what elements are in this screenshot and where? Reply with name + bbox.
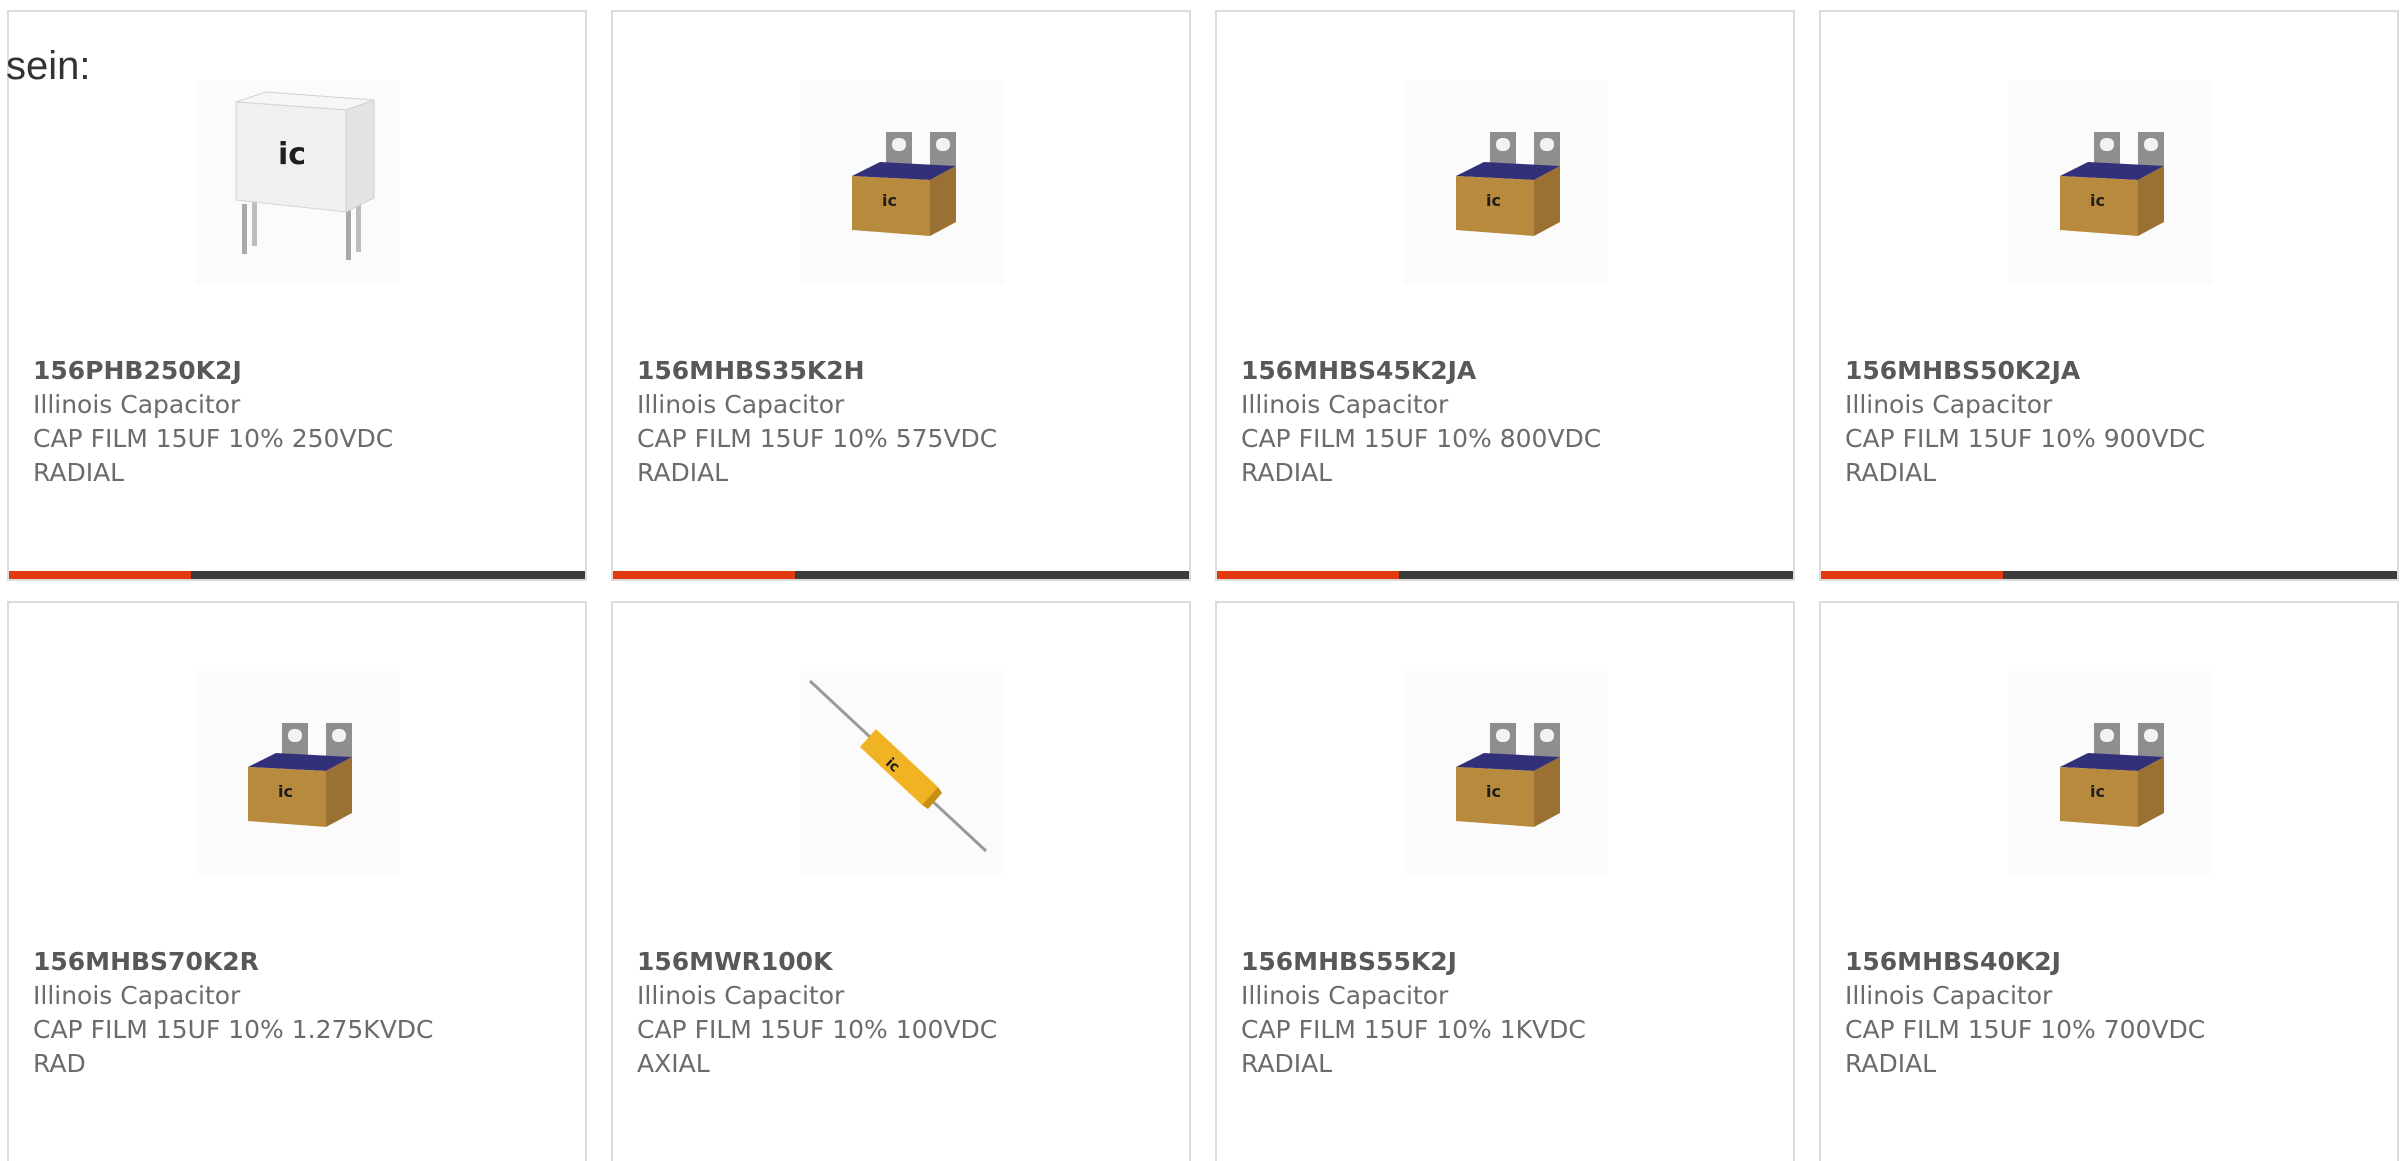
product-card[interactable]: 156MHBS50K2JA Illinois Capacitor CAP FIL…: [1819, 10, 2399, 581]
manufacturer: Illinois Capacitor: [1845, 981, 2053, 1010]
description: CAP FILM 15UF 10% 700VDC RADIAL: [1845, 1015, 2206, 1078]
manufacturer: Illinois Capacitor: [33, 390, 241, 419]
axial-capacitor-image[interactable]: [800, 671, 1004, 875]
card-bottom-bar: [1821, 571, 2397, 579]
card-accent-bar: [9, 571, 191, 579]
part-number[interactable]: 156MHBS35K2H: [637, 354, 1157, 388]
description: CAP FILM 15UF 10% 1KVDC RADIAL: [1241, 1015, 1586, 1078]
part-number[interactable]: 156MHBS40K2J: [1845, 945, 2365, 979]
box-capacitor-tabs-image[interactable]: [2008, 671, 2212, 875]
manufacturer: Illinois Capacitor: [637, 981, 845, 1010]
product-info: 156MHBS70K2R Illinois Capacitor CAP FILM…: [33, 945, 553, 1081]
manufacturer: Illinois Capacitor: [1845, 390, 2053, 419]
description: CAP FILM 15UF 10% 800VDC RADIAL: [1241, 424, 1602, 487]
part-number[interactable]: 156MHBS50K2JA: [1845, 354, 2365, 388]
part-number[interactable]: 156MHBS45K2JA: [1241, 354, 1761, 388]
description: CAP FILM 15UF 10% 575VDC RADIAL: [637, 424, 998, 487]
manufacturer: Illinois Capacitor: [637, 390, 845, 419]
card-bottom-bar: [9, 571, 585, 579]
description: CAP FILM 15UF 10% 100VDC AXIAL: [637, 1015, 998, 1078]
part-number[interactable]: 156PHB250K2J: [33, 354, 553, 388]
product-info: 156PHB250K2J Illinois Capacitor CAP FILM…: [33, 354, 553, 490]
product-card[interactable]: 156MHBS45K2JA Illinois Capacitor CAP FIL…: [1215, 10, 1795, 581]
card-bottom-bar: [613, 571, 1189, 579]
product-card[interactable]: 156PHB250K2J Illinois Capacitor CAP FILM…: [7, 10, 587, 581]
description: CAP FILM 15UF 10% 250VDC RADIAL: [33, 424, 394, 487]
description: CAP FILM 15UF 10% 900VDC RADIAL: [1845, 424, 2206, 487]
description: CAP FILM 15UF 10% 1.275KVDC RAD: [33, 1015, 434, 1078]
product-info: 156MHBS40K2J Illinois Capacitor CAP FILM…: [1845, 945, 2365, 1081]
box-capacitor-tabs-image[interactable]: [1404, 671, 1608, 875]
part-number[interactable]: 156MHBS70K2R: [33, 945, 553, 979]
page: sein: 156PHB250K2J Illinois Capacitor CA…: [0, 0, 2400, 1161]
product-card[interactable]: 156MWR100K Illinois Capacitor CAP FILM 1…: [611, 601, 1191, 1161]
part-number[interactable]: 156MWR100K: [637, 945, 1157, 979]
card-bottom-bar: [1217, 571, 1793, 579]
box-capacitor-tabs-image[interactable]: [800, 80, 1004, 284]
manufacturer: Illinois Capacitor: [1241, 390, 1449, 419]
product-info: 156MWR100K Illinois Capacitor CAP FILM 1…: [637, 945, 1157, 1081]
product-info: 156MHBS45K2JA Illinois Capacitor CAP FIL…: [1241, 354, 1761, 490]
manufacturer: Illinois Capacitor: [1241, 981, 1449, 1010]
product-card[interactable]: 156MHBS55K2J Illinois Capacitor CAP FILM…: [1215, 601, 1795, 1161]
product-info: 156MHBS50K2JA Illinois Capacitor CAP FIL…: [1845, 354, 2365, 490]
product-card[interactable]: 156MHBS70K2R Illinois Capacitor CAP FILM…: [7, 601, 587, 1161]
card-accent-bar: [613, 571, 795, 579]
product-info: 156MHBS35K2H Illinois Capacitor CAP FILM…: [637, 354, 1157, 490]
product-card[interactable]: 156MHBS35K2H Illinois Capacitor CAP FILM…: [611, 10, 1191, 581]
product-grid: 156PHB250K2J Illinois Capacitor CAP FILM…: [7, 10, 2399, 1161]
card-accent-bar: [1217, 571, 1399, 579]
box-capacitor-tabs-image[interactable]: [1404, 80, 1608, 284]
box-capacitor-tabs-image[interactable]: [2008, 80, 2212, 284]
manufacturer: Illinois Capacitor: [33, 981, 241, 1010]
part-number[interactable]: 156MHBS55K2J: [1241, 945, 1761, 979]
card-accent-bar: [1821, 571, 2003, 579]
product-card[interactable]: 156MHBS40K2J Illinois Capacitor CAP FILM…: [1819, 601, 2399, 1161]
white-box-capacitor-image[interactable]: [196, 80, 400, 284]
intro-text: sein:: [6, 44, 91, 88]
product-info: 156MHBS55K2J Illinois Capacitor CAP FILM…: [1241, 945, 1761, 1081]
box-capacitor-tabs-image[interactable]: [196, 671, 400, 875]
